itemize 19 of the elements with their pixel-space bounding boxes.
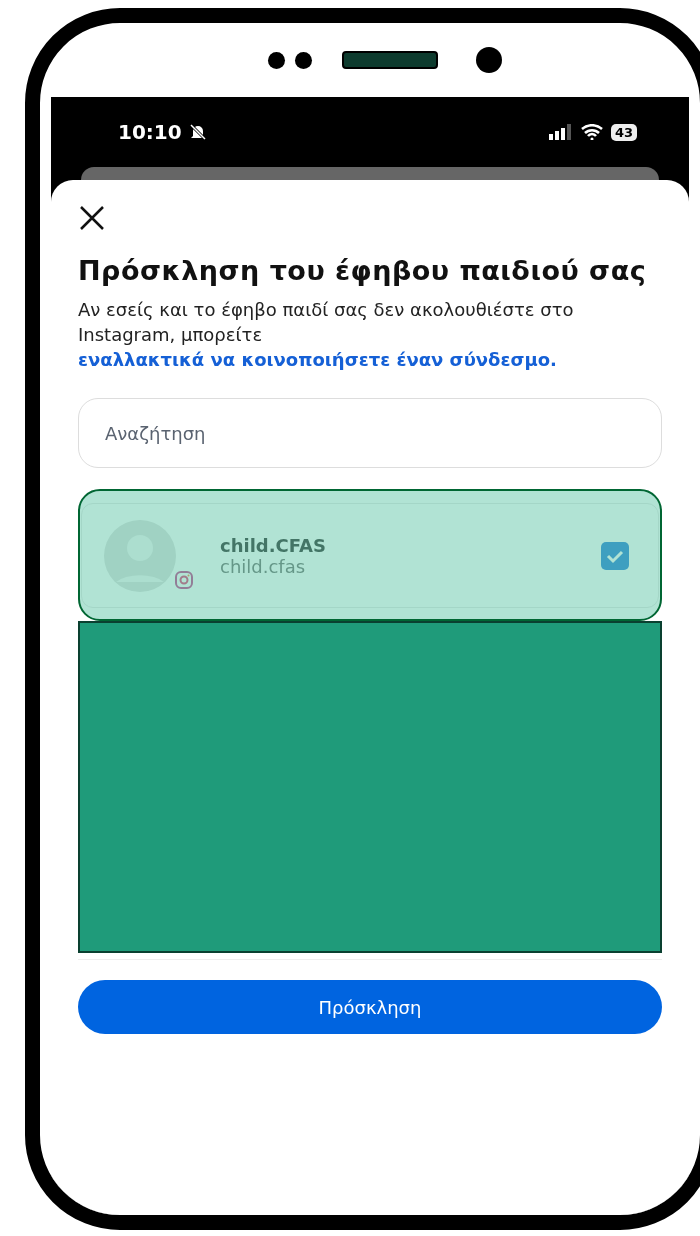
sheet-title: Πρόσκληση του έφηβου παιδιού σας bbox=[78, 254, 648, 288]
search-field[interactable]: Αναζήτηση bbox=[78, 398, 662, 468]
account-name: child.CFAS bbox=[220, 534, 326, 556]
close-icon[interactable] bbox=[78, 204, 106, 232]
camera-badge-icon bbox=[174, 569, 194, 590]
front-camera bbox=[476, 47, 502, 73]
wifi-icon bbox=[580, 124, 603, 140]
signal-icon bbox=[548, 124, 573, 140]
camera-dot bbox=[268, 51, 285, 69]
status-time: 10:10 bbox=[118, 120, 182, 144]
battery-level: 43 bbox=[610, 123, 637, 141]
checkbox[interactable] bbox=[600, 540, 630, 571]
share-link[interactable]: εναλλακτικά να κοινοποιήσετε έναν σύνδεσμο. bbox=[78, 349, 557, 370]
account-row[interactable]: child.CFAS child.cfas bbox=[81, 503, 659, 608]
bell-muted-icon bbox=[187, 122, 208, 142]
sensor-dot bbox=[295, 51, 312, 69]
invite-button[interactable]: Πρόσκληση bbox=[78, 980, 662, 1034]
description-text: Αν εσείς και το έφηβο παιδί σας δεν ακολουθιέστε στο Instagram, μπορείτε εναλλακτικά να κοινοποιήσετε έναν σύνδεσμο. bbox=[78, 298, 575, 372]
account-username: child.cfas bbox=[220, 555, 307, 577]
